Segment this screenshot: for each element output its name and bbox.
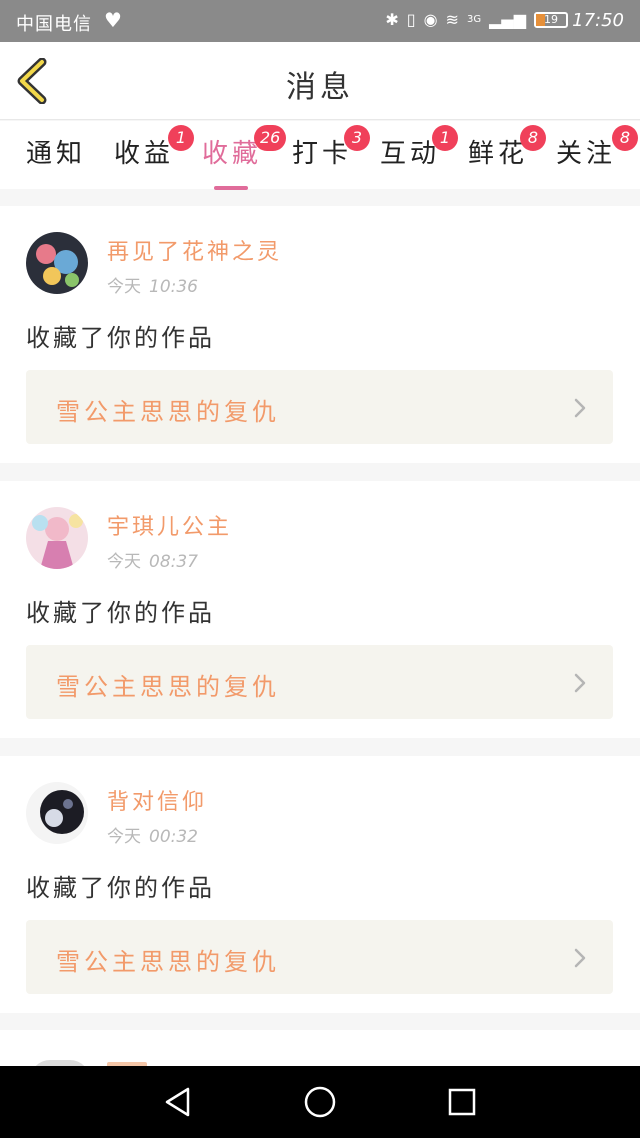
list-item: 背对信仰 今天 00:32 收藏了你的作品 雪公主思思的复仇: [0, 756, 640, 1013]
tab-flowers[interactable]: 鲜花 8: [468, 125, 546, 183]
list-item-partial: [0, 1030, 640, 1080]
status-bar: 中国电信 ♥ ✱ ▯ ◉ ≋ 3G ▂▄▆ 19 17:50: [0, 0, 640, 42]
tab-label: 互动: [380, 139, 441, 169]
tab-badge: 8: [520, 125, 546, 151]
post-day: 今天: [107, 827, 141, 847]
tab-badge: 1: [168, 125, 194, 151]
avatar[interactable]: [26, 232, 88, 294]
system-home-button[interactable]: [302, 1084, 338, 1120]
tab-badge: 26: [254, 125, 287, 151]
avatar-image: [26, 232, 88, 294]
signal-icon: ▂▄▆: [489, 10, 526, 29]
action-text: 收藏了你的作品: [26, 874, 215, 902]
tab-bar: 通知 收益 1 收藏 26 打卡 3 互动 1 鲜花 8 关注 8: [0, 121, 640, 190]
tab-notifications[interactable]: 通知: [26, 133, 86, 183]
user-name[interactable]: 背对信仰: [107, 784, 207, 816]
chevron-right-icon: [574, 673, 586, 693]
avatar[interactable]: [26, 782, 88, 844]
header: 消息: [0, 42, 640, 120]
heart-icon: ♥: [104, 8, 122, 32]
tab-interactions[interactable]: 互动 1: [380, 125, 458, 183]
tab-badge: 8: [612, 125, 638, 151]
tab-badge: 1: [432, 125, 458, 151]
tab-label: 打卡: [292, 139, 353, 169]
work-link[interactable]: 雪公主思思的复仇: [26, 370, 613, 444]
post-day: 今天: [107, 277, 141, 297]
post-clock: 10:36: [149, 277, 198, 297]
chevron-right-icon: [574, 398, 586, 418]
tab-label: 收藏: [202, 139, 263, 169]
network-type: 3G: [466, 14, 482, 25]
action-text: 收藏了你的作品: [26, 599, 215, 627]
carrier-label: 中国电信: [16, 14, 92, 35]
page-title: 消息: [286, 70, 354, 105]
post-time: 今天 00:32: [107, 822, 198, 847]
avatar-image: [26, 782, 88, 844]
user-name[interactable]: 宇琪儿公主: [107, 509, 232, 541]
avatar[interactable]: [26, 507, 88, 569]
active-tab-indicator: [214, 186, 248, 190]
post-clock: 00:32: [149, 827, 198, 847]
work-title: 雪公主思思的复仇: [56, 398, 280, 426]
triangle-back-icon: [165, 1087, 190, 1117]
system-recent-button[interactable]: [444, 1084, 480, 1120]
wifi-icon: ≋: [445, 10, 459, 29]
post-day: 今天: [107, 552, 141, 572]
avatar-image: [26, 507, 88, 569]
post-clock: 08:37: [149, 552, 198, 572]
post-time: 今天 10:36: [107, 272, 198, 297]
eye-icon: ◉: [423, 10, 438, 29]
bluetooth-icon: ✱: [385, 10, 399, 29]
tab-label: 鲜花: [468, 139, 529, 169]
tab-favorites[interactable]: 收藏 26: [202, 125, 287, 190]
post-time: 今天 08:37: [107, 547, 198, 572]
clock: 17:50: [572, 10, 624, 31]
system-nav-bar: [0, 1066, 640, 1138]
tab-follows[interactable]: 关注 8: [556, 125, 638, 183]
chevron-right-icon: [574, 948, 586, 968]
tab-checkin[interactable]: 打卡 3: [292, 125, 370, 183]
square-recent-icon: [448, 1088, 476, 1116]
list-item: 宇琪儿公主 今天 08:37 收藏了你的作品 雪公主思思的复仇: [0, 481, 640, 738]
message-list: 再见了花神之灵 今天 10:36 收藏了你的作品 雪公主思思的复仇 宇琪儿公主 今…: [0, 206, 640, 1031]
battery-level: 19: [544, 12, 558, 26]
user-name[interactable]: 再见了花神之灵: [107, 234, 282, 266]
battery-icon: 19: [534, 11, 568, 28]
work-title: 雪公主思思的复仇: [56, 948, 280, 976]
action-text: 收藏了你的作品: [26, 324, 215, 352]
system-back-button[interactable]: [160, 1084, 196, 1120]
list-item: 再见了花神之灵 今天 10:36 收藏了你的作品 雪公主思思的复仇: [0, 206, 640, 463]
tab-label: 关注: [556, 139, 617, 169]
tab-label: 收益: [114, 139, 175, 169]
tab-label: 通知: [26, 139, 87, 169]
tab-earnings[interactable]: 收益 1: [114, 125, 194, 183]
status-icons: ✱ ▯ ◉ ≋ 3G ▂▄▆ 19: [385, 10, 568, 29]
work-link[interactable]: 雪公主思思的复仇: [26, 645, 613, 719]
work-link[interactable]: 雪公主思思的复仇: [26, 920, 613, 994]
tab-badge: 3: [344, 125, 370, 151]
circle-home-icon: [304, 1086, 336, 1118]
work-title: 雪公主思思的复仇: [56, 673, 280, 701]
vibrate-icon: ▯: [406, 10, 416, 29]
